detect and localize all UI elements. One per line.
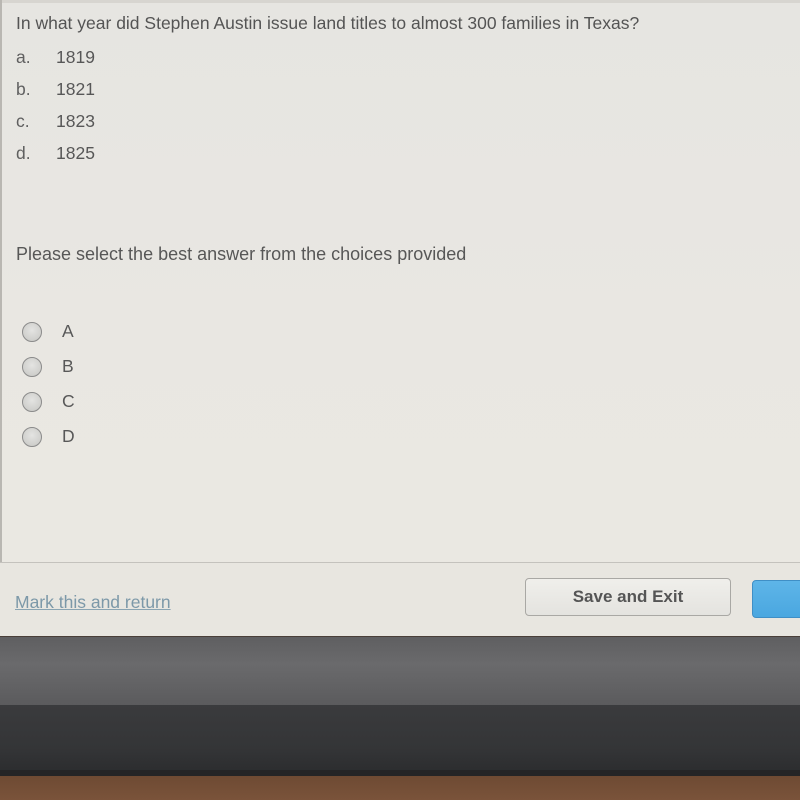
quiz-screen: In what year did Stephen Austin issue la… — [0, 0, 800, 800]
choice-item-a: a. 1819 — [16, 41, 95, 73]
answer-option-b[interactable]: B — [22, 349, 75, 384]
question-text: In what year did Stephen Austin issue la… — [16, 13, 640, 33]
choice-item-d: d. 1825 — [16, 137, 95, 169]
choice-letter: d. — [16, 142, 31, 163]
next-button[interactable] — [752, 580, 800, 618]
footer-divider — [0, 562, 800, 563]
choice-value: 1819 — [56, 46, 95, 67]
monitor-bezel — [0, 637, 800, 705]
top-edge — [0, 0, 800, 3]
answer-option-a[interactable]: A — [22, 314, 75, 349]
answer-radio-group: A B C D — [22, 314, 75, 454]
choice-item-b: b. 1821 — [16, 73, 95, 105]
choice-value: 1821 — [56, 78, 95, 99]
choice-list: a. 1819 b. 1821 c. 1823 d. 1825 — [16, 41, 95, 169]
radio-label-d[interactable]: D — [62, 426, 75, 447]
choice-letter: c. — [16, 110, 30, 131]
radio-button-c[interactable] — [22, 391, 42, 412]
radio-label-c[interactable]: C — [62, 391, 75, 412]
desk-surface — [0, 776, 800, 800]
radio-button-a[interactable] — [22, 321, 42, 342]
answer-option-c[interactable]: C — [22, 384, 75, 419]
mark-and-return-link[interactable]: Mark this and return — [15, 592, 171, 613]
answer-option-d[interactable]: D — [22, 419, 75, 454]
instruction-text: Please select the best answer from the c… — [16, 244, 467, 264]
monitor-bezel-lower — [0, 705, 800, 777]
choice-value: 1823 — [56, 110, 95, 131]
radio-button-b[interactable] — [22, 356, 42, 377]
radio-button-d[interactable] — [22, 426, 42, 447]
choice-value: 1825 — [56, 142, 95, 163]
radio-label-b[interactable]: B — [62, 356, 74, 377]
choice-item-c: c. 1823 — [16, 105, 95, 137]
choice-letter: b. — [16, 78, 31, 99]
left-edge — [0, 0, 2, 636]
choice-letter: a. — [16, 46, 31, 67]
save-and-exit-button[interactable]: Save and Exit — [525, 578, 731, 616]
radio-label-a[interactable]: A — [62, 321, 74, 342]
